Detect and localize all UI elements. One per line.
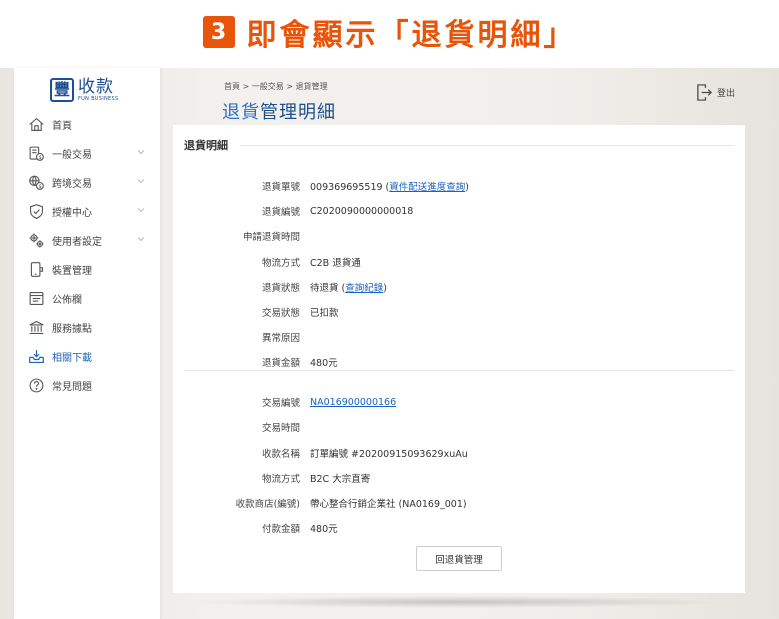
logout-label: 登出: [717, 89, 736, 99]
logistics-value: C2B 退貨通: [310, 258, 361, 269]
sidebar-item-device-management[interactable]: 裝置管理: [14, 255, 160, 284]
trade-status-value: 已扣款: [310, 308, 339, 319]
download-tray-icon: [27, 348, 45, 366]
sidebar-item-label: 常見問題: [52, 382, 92, 393]
sidebar-item-user-settings[interactable]: 使用者設定: [14, 226, 160, 255]
sidebar-item-label: 相關下載: [52, 353, 92, 364]
gears-icon: [27, 232, 45, 250]
detail-row-return-status: 退貨狀態 待退貨 (查詢紀錄): [261, 283, 387, 294]
sidebar-item-home[interactable]: 首頁: [14, 110, 160, 139]
payee-value: 訂單編號 #20200915093629xuAu: [310, 449, 468, 460]
sidebar-nav: 首頁 $ 一般交易 $ 跨境交易 授權中心 使用者設定 裝置管理 公佈欄 服務據…: [14, 110, 160, 400]
app-window: 豐 收款 FUN BUSINESS 首頁 $ 一般交易 $ 跨境交易 授權中心 …: [0, 68, 779, 619]
chevron-down-icon: [137, 208, 145, 213]
logout-button[interactable]: 登出: [696, 83, 735, 102]
brand-logo[interactable]: 豐 收款 FUN BUSINESS: [50, 78, 118, 103]
detail-row-trade-status: 交易狀態 已扣款: [173, 302, 745, 322]
mobile-device-icon: [27, 261, 45, 279]
detail-row-return-amount: 退貨金額 480元: [173, 352, 745, 372]
detail-row-payee: 收款名稱 訂單編號 #20200915093629xuAu: [173, 443, 745, 463]
detail-row-trade-logistics: 物流方式 B2C 大宗直寄: [173, 468, 745, 488]
sidebar-item-faq[interactable]: 常見問題: [14, 371, 160, 400]
back-to-return-management-button[interactable]: 回退貨管理: [416, 546, 502, 571]
sidebar-item-label: 公佈欄: [52, 295, 82, 306]
page-title: 退貨管理明細: [222, 98, 336, 124]
detail-row-pay-amount: 付款金額 480元: [173, 518, 745, 538]
sidebar-item-downloads[interactable]: 相關下載: [14, 342, 160, 371]
card-shadow: [190, 596, 730, 608]
step-number-badge: 3: [202, 16, 235, 48]
bank-icon: [27, 319, 45, 337]
question-icon: [27, 377, 45, 395]
detail-row-trade-no: 交易編號 NA016900000166: [261, 396, 397, 410]
trade-logistics-value: B2C 大宗直寄: [310, 474, 371, 485]
bulletin-icon: [27, 290, 45, 308]
sidebar: 豐 收款 FUN BUSINESS 首頁 $ 一般交易 $ 跨境交易 授權中心 …: [14, 68, 160, 619]
receipt-icon: $: [27, 145, 45, 163]
trade-number-link[interactable]: NA016900000166: [310, 397, 396, 408]
detail-row-logistics: 物流方式 C2B 退貨通: [173, 252, 745, 272]
breadcrumb: 首頁 > 一般交易 > 退貨管理: [224, 82, 328, 91]
chevron-down-icon: [137, 179, 145, 184]
logout-icon: [697, 84, 712, 101]
globe-currency-icon: $: [27, 174, 45, 192]
sidebar-item-label: 裝置管理: [52, 266, 92, 277]
section-divider: [184, 370, 734, 371]
page-title-highlight: 退貨: [222, 102, 260, 123]
return-status-value: 待退貨 (: [310, 283, 346, 294]
sidebar-item-service-locations[interactable]: 服務據點: [14, 313, 160, 342]
return-number-value: 009369695519: [310, 182, 383, 193]
status-history-link[interactable]: 查詢紀錄: [345, 283, 383, 294]
sidebar-item-label: 跨境交易: [52, 179, 92, 190]
chevron-down-icon: [137, 237, 145, 242]
detail-row-merchant: 收款商店(編號) 帶心整合行銷企業社 (NA0169_001): [173, 493, 745, 513]
return-detail-card: 退貨明細 退貨單號 009369695519 (資件配送進度查詢) 退貨編號 C…: [173, 125, 745, 593]
sidebar-item-label: 服務據點: [52, 324, 92, 335]
detail-row-return-no: 退貨單號 009369695519 (資件配送進度查詢): [261, 182, 469, 193]
tutorial-banner: 3 即會顯示「退貨明細」: [0, 0, 779, 68]
card-heading: 退貨明細: [184, 137, 734, 153]
chevron-down-icon: [137, 150, 145, 155]
delivery-tracking-link[interactable]: 資件配送進度查詢: [389, 182, 465, 193]
logo-title: 收款: [78, 77, 114, 97]
logo-mark: 豐: [50, 78, 74, 102]
shield-check-icon: [27, 203, 45, 221]
home-icon: [27, 116, 45, 134]
pay-amount-value: 480元: [310, 524, 338, 535]
sidebar-item-cross-border[interactable]: $ 跨境交易: [14, 168, 160, 197]
sidebar-item-authorization[interactable]: 授權中心: [14, 197, 160, 226]
merchant-value: 帶心整合行銷企業社 (NA0169_001): [310, 499, 467, 510]
detail-row-return-id: 退貨編號 C2020090000000018: [261, 205, 414, 219]
return-amount-value: 480元: [310, 358, 338, 369]
tutorial-caption: 即會顯示「退貨明細」: [246, 18, 577, 53]
detail-row-apply-time: 申請退貨時間: [242, 232, 300, 243]
detail-row-error-reason: 異常原因: [261, 333, 300, 344]
svg-text:$: $: [38, 184, 41, 190]
sidebar-item-bulletin[interactable]: 公佈欄: [14, 284, 160, 313]
card-heading-text: 退貨明細: [184, 139, 228, 152]
sidebar-item-general-trade[interactable]: $ 一般交易: [14, 139, 160, 168]
logo-subtitle: FUN BUSINESS: [78, 96, 119, 102]
detail-row-trade-time: 交易時間: [261, 423, 300, 434]
sidebar-item-label: 一般交易: [52, 150, 92, 161]
sidebar-item-label: 授權中心: [52, 208, 92, 219]
return-id-value: C2020090000000018: [310, 205, 414, 217]
sidebar-item-label: 首頁: [52, 121, 72, 132]
sidebar-item-label: 使用者設定: [52, 237, 102, 248]
page-title-rest: 管理明細: [260, 102, 336, 123]
svg-text:$: $: [38, 155, 41, 161]
